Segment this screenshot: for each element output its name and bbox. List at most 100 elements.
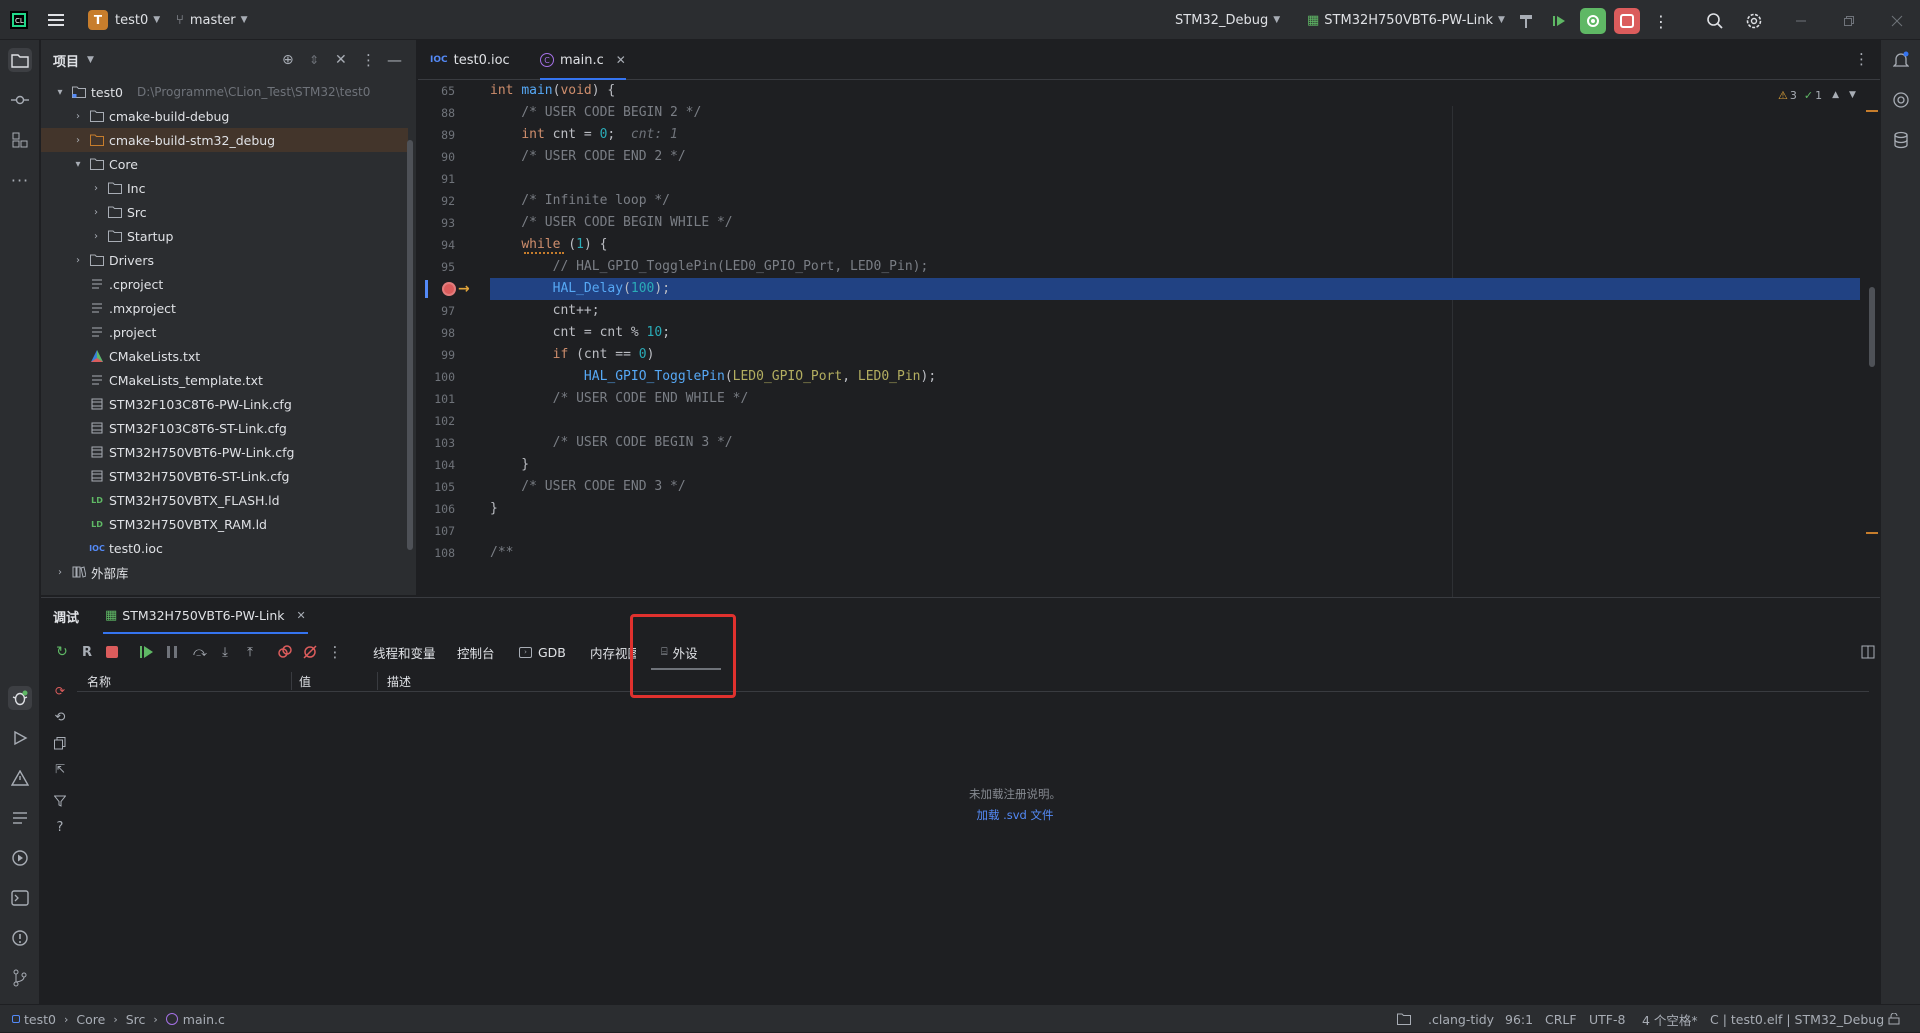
line-number[interactable]: 100 [418, 366, 455, 388]
line-number[interactable]: 104 [418, 454, 455, 476]
line-number[interactable]: 94 [418, 234, 455, 256]
line-number[interactable]: 103 [418, 432, 455, 454]
tree-item[interactable]: › Startup [41, 224, 408, 248]
rerun-icon[interactable]: ↻ [51, 641, 73, 663]
step-over-icon[interactable]: ⤼ [189, 641, 211, 663]
line-number[interactable]: 91 [418, 168, 455, 190]
line-separator[interactable]: CRLF [1545, 1005, 1577, 1033]
line-number[interactable]: 65 [418, 80, 455, 102]
code-line[interactable]: HAL_GPIO_TogglePin(LED0_GPIO_Port, LED0_… [490, 366, 1860, 388]
chevron-down-icon[interactable]: ▾ [71, 159, 85, 170]
chevron-down-icon[interactable]: ▾ [53, 87, 67, 98]
line-number[interactable]: 102 [418, 410, 455, 432]
tree-item[interactable]: › 外部库 [41, 560, 408, 584]
commit-icon[interactable] [8, 88, 32, 112]
todo-list-icon[interactable] [8, 806, 32, 830]
line-number[interactable]: 92 [418, 190, 455, 212]
line-number[interactable]: 106 [418, 498, 455, 520]
code-line[interactable]: /* USER CODE END WHILE */ [490, 388, 1860, 410]
refresh-red-icon[interactable]: ⟳ [49, 680, 71, 702]
more-icon[interactable]: ⋮ [324, 641, 346, 663]
tab-test0-ioc[interactable]: IOC test0.ioc [430, 40, 510, 80]
hide-panel-icon[interactable]: — [387, 51, 402, 69]
code-line[interactable] [490, 520, 1860, 542]
problems-icon[interactable] [8, 926, 32, 950]
close-tab-icon[interactable]: ✕ [616, 53, 626, 67]
crumb-project[interactable]: test0 [24, 1012, 56, 1027]
tree-item[interactable]: LD STM32H750VBTX_RAM.ld [41, 512, 408, 536]
tree-item[interactable]: LD STM32H750VBTX_FLASH.ld [41, 488, 408, 512]
expand-collapse-icon[interactable]: ⇕ [309, 53, 319, 67]
tree-item[interactable]: › Drivers [41, 248, 408, 272]
chevron-right-icon[interactable]: › [89, 231, 103, 242]
vcs-branch-selector[interactable]: ⑂ master ▼ [176, 0, 248, 40]
tree-item[interactable]: CMakeLists.txt [41, 344, 408, 368]
project-selector[interactable]: T test0 ▼ [88, 0, 160, 40]
tree-item[interactable]: › Src [41, 200, 408, 224]
line-number[interactable]: 97 [418, 300, 455, 322]
debug-session-tab[interactable]: ▦ STM32H750VBT6-PW-Link ✕ [103, 598, 308, 634]
code-line[interactable] [490, 168, 1860, 190]
code-line[interactable]: } [490, 454, 1860, 476]
reset-icon[interactable]: R [76, 641, 98, 663]
crumb-core[interactable]: Core [76, 1012, 105, 1027]
editor-options-icon[interactable]: ⋮ [1854, 50, 1869, 68]
close-icon[interactable]: ✕ [335, 52, 347, 68]
column-description[interactable]: 描述 [387, 673, 411, 690]
project-folder-icon[interactable] [8, 48, 32, 72]
tree-item[interactable]: CMakeLists_template.txt [41, 368, 408, 392]
debug-panel-title[interactable]: 调试 [53, 607, 79, 626]
tab-gdb[interactable]: › GDB [519, 634, 566, 670]
project-scrollbar[interactable] [407, 140, 413, 550]
tree-item[interactable]: › Inc [41, 176, 408, 200]
minimize-icon[interactable] [1788, 8, 1814, 34]
chevron-right-icon[interactable]: › [89, 207, 103, 218]
tree-item[interactable]: STM32F103C8T6-PW-Link.cfg [41, 392, 408, 416]
help-icon[interactable]: ? [49, 816, 71, 838]
crumb-file[interactable]: main.c [183, 1012, 225, 1027]
editor-scrollbar[interactable] [1869, 287, 1875, 367]
line-number[interactable]: 108 [418, 542, 455, 564]
indent-setting[interactable]: 4 个空格* [1642, 1005, 1698, 1033]
export-icon[interactable]: ⇱ [49, 758, 71, 780]
code-line[interactable]: cnt++; [490, 300, 1860, 322]
run-icon[interactable] [8, 726, 32, 750]
sync-icon[interactable]: ⟲ [49, 706, 71, 728]
restore-icon[interactable] [1836, 8, 1862, 34]
git-icon[interactable] [8, 966, 32, 990]
warning-marker[interactable] [1866, 532, 1878, 534]
stop-button[interactable] [1614, 8, 1640, 34]
column-value[interactable]: 值 [299, 673, 311, 690]
project-panel-title[interactable]: 项目 [53, 51, 79, 70]
chevron-right-icon[interactable]: › [71, 135, 85, 146]
current-execution-line[interactable]: HAL_Delay(100); [490, 278, 1860, 300]
tree-item[interactable]: ▾ Core [41, 152, 408, 176]
filter-icon[interactable] [49, 790, 71, 812]
view-breakpoints-icon[interactable] [274, 641, 296, 663]
resume-icon[interactable] [136, 641, 158, 663]
main-menu-icon[interactable] [48, 0, 66, 40]
code-line[interactable] [490, 410, 1860, 432]
line-number[interactable]: 107 [418, 520, 455, 542]
code-line[interactable]: /** [490, 542, 1860, 564]
lock-icon[interactable] [1888, 1005, 1900, 1033]
chevron-right-icon[interactable]: › [53, 567, 67, 578]
code-line[interactable]: /* Infinite loop */ [490, 190, 1860, 212]
crumb-src[interactable]: Src [126, 1012, 146, 1027]
step-out-icon[interactable]: ⤒ [239, 641, 261, 663]
chevron-right-icon[interactable]: › [89, 183, 103, 194]
tree-item[interactable]: STM32F103C8T6-ST-Link.cfg [41, 416, 408, 440]
tree-item[interactable]: ▾ test0 D:\Programme\CLion_Test\STM32\test… [41, 80, 408, 104]
code-line[interactable]: /* USER CODE BEGIN 2 */ [490, 102, 1860, 124]
code-line[interactable]: /* USER CODE END 2 */ [490, 146, 1860, 168]
file-encoding[interactable]: UTF-8 [1589, 1005, 1625, 1033]
run-config-selector[interactable]: STM32_Debug ▼ [1175, 0, 1280, 40]
step-into-icon[interactable]: ⤓ [214, 641, 236, 663]
close-tab-icon[interactable]: ✕ [297, 609, 306, 622]
close-window-icon[interactable] [1884, 8, 1910, 34]
code-line[interactable]: int cnt = 0; cnt: 1 [490, 124, 1860, 146]
line-number[interactable]: 93 [418, 212, 455, 234]
chevron-right-icon[interactable]: › [71, 111, 85, 122]
resolve-context[interactable]: C | test0.elf | STM32_Debug [1710, 1005, 1884, 1033]
code-line[interactable]: } [490, 498, 1860, 520]
